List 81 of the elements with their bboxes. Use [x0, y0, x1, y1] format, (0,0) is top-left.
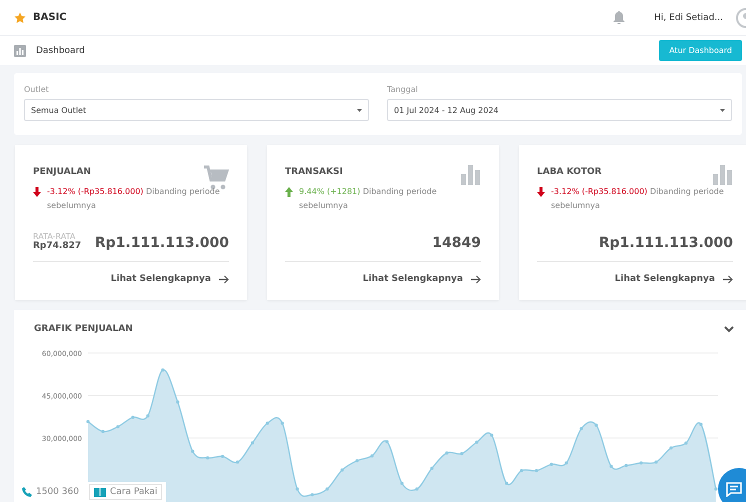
bell-icon[interactable] [613, 11, 626, 24]
data-point [415, 487, 418, 491]
guide-link[interactable]: Cara Pakai [88, 484, 162, 500]
chart-title: GRAFIK PENJUALAN [34, 324, 133, 334]
data-point [356, 459, 359, 462]
see-more-link[interactable]: Lihat Selengkapnya [614, 274, 733, 284]
see-more-link[interactable]: Lihat Selengkapnya [362, 274, 481, 284]
plan-label: BASIC [33, 12, 68, 23]
card-value: 14849 [432, 235, 481, 251]
arrow-right-icon [219, 274, 229, 284]
bar-chart-icon [461, 165, 481, 185]
trend-text: -3.12% (-Rp35.816.000) Dibanding periode sebelumnya [551, 186, 725, 212]
data-point [310, 493, 314, 496]
chat-icon [726, 482, 742, 496]
trend-text: -3.12% (-Rp35.816.000) Dibanding periode sebelumnya [47, 186, 221, 212]
chevron-down-icon[interactable] [724, 326, 734, 332]
filter-label: Outlet [24, 85, 50, 94]
data-point [699, 422, 703, 426]
page-title: Dashboard [36, 46, 86, 56]
data-point [146, 414, 150, 418]
arrow-right-icon [471, 274, 481, 284]
caret-icon [357, 108, 362, 112]
data-point [580, 427, 583, 430]
book-icon [94, 487, 106, 497]
data-point [445, 451, 448, 455]
data-point [220, 454, 224, 458]
data-point [669, 446, 673, 450]
data-point [520, 468, 524, 472]
data-point [101, 430, 105, 434]
data-point [430, 466, 434, 470]
filter-label: Tanggal [387, 85, 419, 94]
data-point [340, 468, 344, 472]
trend-text: 9.44% (+1281) Dibanding periode sebelumnya [299, 186, 438, 212]
data-point [206, 456, 210, 460]
data-point [475, 440, 478, 444]
data-point [534, 468, 538, 472]
data-point [654, 460, 658, 464]
see-more-link[interactable]: Lihat Selengkapnya [110, 274, 229, 284]
data-point [116, 425, 120, 428]
data-point [684, 442, 688, 445]
data-point [280, 422, 284, 425]
data-point [161, 368, 164, 372]
data-point [250, 441, 254, 444]
data-point [191, 450, 194, 453]
data-point [370, 454, 374, 458]
data-point [385, 440, 389, 444]
arrow-right-icon [723, 274, 733, 284]
data-point [624, 464, 628, 468]
data-point [594, 424, 598, 427]
phone-icon [22, 487, 32, 497]
chart-icon [14, 44, 26, 56]
phone-link[interactable]: 1500 360 [18, 485, 83, 499]
data-point [505, 482, 508, 485]
data-point [326, 487, 329, 491]
data-point [236, 460, 240, 464]
data-point [176, 400, 180, 404]
data-point [131, 416, 134, 419]
card-value: Rp1.111.113.000 [598, 235, 733, 251]
data-point [86, 420, 90, 424]
data-point [490, 434, 494, 437]
data-point [550, 462, 554, 466]
filter-select[interactable]: Semua Outlet [24, 99, 369, 121]
data-point [460, 452, 464, 456]
filter-select[interactable]: 01 Jul 2024 - 12 Aug 2024 [387, 99, 732, 121]
star-icon [14, 12, 26, 24]
data-point [714, 487, 718, 491]
card-title: LABA KOTOR [537, 167, 602, 177]
data-point [266, 422, 269, 425]
data-point [564, 461, 568, 465]
bar-chart-icon [713, 165, 733, 185]
data-point [296, 487, 299, 491]
data-point [610, 464, 613, 468]
card-value: Rp1.111.113.000 [94, 235, 229, 251]
card-title: TRANSAKSI [285, 167, 343, 177]
card-title: PENJUALAN [33, 167, 91, 177]
caret-icon [720, 108, 725, 112]
average-value: Rp74.827 [33, 241, 82, 251]
data-point [400, 482, 404, 485]
user-greeting[interactable]: Hi, Edi Setiad... [654, 12, 723, 22]
data-point [640, 461, 643, 465]
average-label: RATA-RATA [33, 232, 76, 241]
